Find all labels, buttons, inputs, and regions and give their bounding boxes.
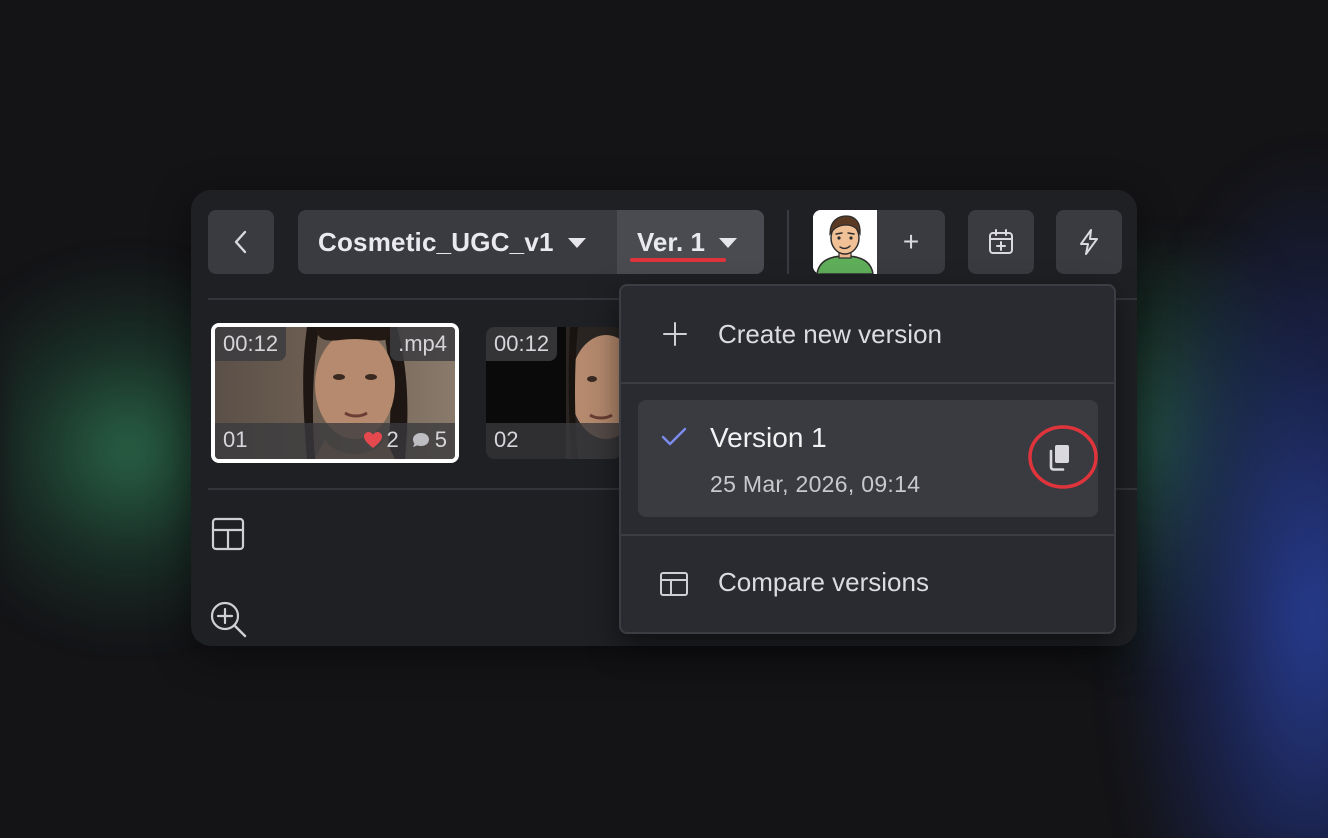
clip-info-bar: 01 2 5 — [215, 423, 455, 459]
format-badge: .mp4 — [390, 327, 455, 361]
create-new-version-label: Create new version — [718, 319, 942, 349]
menu-divider — [621, 382, 1114, 384]
members-group: + — [813, 210, 945, 274]
version-dropdown[interactable]: Ver. 1 — [617, 210, 764, 274]
quick-actions-button[interactable] — [1056, 210, 1122, 274]
caret-down-icon — [567, 238, 586, 248]
clip-index: 01 — [223, 427, 248, 452]
duration-badge: 00:12 — [215, 327, 287, 361]
comments-count: 5 — [434, 427, 447, 452]
version-item[interactable]: Version 1 25 Mar, 2026, 09:14 — [638, 400, 1098, 517]
plus-icon — [663, 322, 687, 346]
background-glow-blue — [1120, 160, 1328, 838]
clip-stats: 2 5 — [363, 427, 447, 453]
version-date: 25 Mar, 2026, 09:14 — [710, 471, 921, 497]
clip-index: 02 — [494, 427, 519, 452]
project-title-dropdown[interactable]: Cosmetic_UGC_v1 — [298, 210, 617, 274]
clip-thumbnail-01[interactable]: 00:12 .mp4 01 2 5 — [211, 323, 459, 463]
calendar-add-icon — [989, 229, 1013, 254]
layout-icon — [211, 517, 245, 551]
heart-icon — [363, 432, 382, 448]
version-name: Version 1 — [710, 422, 827, 453]
comment-icon — [412, 433, 429, 447]
duplicate-version-button[interactable] — [1027, 424, 1099, 492]
header-divider — [787, 210, 789, 274]
compare-versions-label: Compare versions — [718, 567, 929, 597]
project-title: Cosmetic_UGC_v1 — [318, 226, 554, 257]
project-title-group: Cosmetic_UGC_v1 Ver. 1 — [298, 210, 764, 274]
back-button[interactable] — [208, 210, 274, 274]
zoom-in-icon — [210, 601, 247, 638]
clip-info-bar: 02 — [486, 423, 621, 459]
version-menu: Create new version Version 1 25 Mar, 202… — [619, 284, 1116, 634]
version-label: Ver. 1 — [637, 226, 705, 257]
copy-icon — [1028, 425, 1098, 489]
annotation-underline — [630, 258, 726, 262]
duration-badge: 00:12 — [486, 327, 558, 361]
avatar-illustration — [813, 210, 877, 274]
compare-icon — [660, 572, 688, 596]
clip-thumbnail-02[interactable]: 00:12 02 — [486, 327, 621, 459]
compare-versions-item[interactable]: Compare versions — [621, 536, 1114, 632]
bolt-icon — [1080, 229, 1098, 255]
create-new-version-item[interactable]: Create new version — [621, 286, 1114, 382]
likes-count: 2 — [386, 427, 399, 452]
layout-toggle-button[interactable] — [210, 516, 246, 557]
zoom-in-button[interactable] — [208, 599, 248, 644]
schedule-button[interactable] — [968, 210, 1034, 274]
plus-icon: + — [902, 226, 920, 257]
avatar[interactable] — [813, 210, 877, 274]
chevron-left-icon — [234, 230, 247, 254]
check-icon — [661, 427, 687, 446]
add-member-button[interactable]: + — [877, 210, 945, 274]
caret-down-icon — [718, 238, 737, 248]
